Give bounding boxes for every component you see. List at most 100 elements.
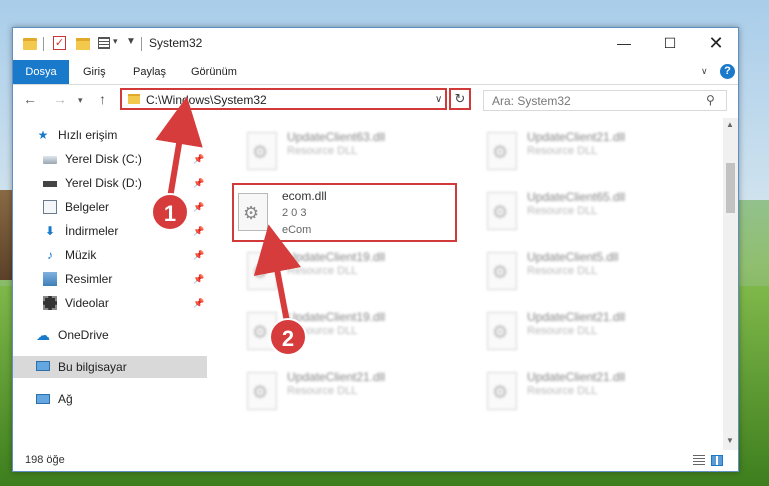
help-icon[interactable]: ?	[720, 64, 735, 79]
search-input[interactable]: Ara: System32 ⚲	[483, 90, 727, 111]
file-item[interactable]: ⚙ UpdateClient5.dll Resource DLL	[483, 246, 707, 298]
sidebar-item-videos[interactable]: Videolar 📌	[13, 292, 207, 314]
file-name: UpdateClient19.dll	[287, 310, 386, 324]
scroll-up-icon[interactable]: ▲	[726, 120, 734, 129]
star-icon: ★	[37, 128, 49, 142]
search-icon[interactable]: ⚲	[706, 93, 715, 107]
sidebar-item-network[interactable]: Ağ	[13, 388, 207, 410]
gear-icon: ⚙	[492, 322, 509, 342]
file-description: Resource DLL	[527, 265, 598, 277]
navigation-pane: ★ Hızlı erişim Yerel Disk (C:) 📌 Yerel D…	[13, 124, 207, 449]
folder-icon	[128, 94, 140, 104]
file-item[interactable]: ⚙ UpdateClient63.dll Resource DLL	[243, 126, 467, 178]
drive-icon	[43, 181, 57, 187]
tab-home[interactable]: Giriş	[75, 60, 114, 84]
sidebar-item-music[interactable]: ♪ Müzik 📌	[13, 244, 207, 266]
file-name: UpdateClient21.dll	[527, 370, 626, 384]
title-divider	[141, 37, 142, 51]
sidebar-item-label: Videolar	[65, 296, 109, 310]
folder-icon[interactable]	[23, 38, 37, 50]
sidebar-item-pictures[interactable]: Resimler 📌	[13, 268, 207, 290]
forward-button[interactable]: →	[53, 91, 67, 107]
scroll-down-icon[interactable]: ▼	[726, 436, 734, 445]
details-view-icon[interactable]	[693, 455, 705, 466]
pin-icon[interactable]: 📌	[193, 172, 204, 194]
sidebar-item-this-pc[interactable]: Bu bilgisayar	[13, 356, 207, 378]
file-name: UpdateClient21.dll	[527, 130, 626, 144]
pin-icon[interactable]: 📌	[193, 148, 204, 170]
file-description: Resource DLL	[527, 325, 598, 337]
gear-icon: ⚙	[243, 203, 260, 223]
file-name: UpdateClient63.dll	[287, 130, 386, 144]
file-item[interactable]: ⚙ UpdateClient21.dll Resource DLL	[483, 126, 707, 178]
sidebar-item-local-disk-c[interactable]: Yerel Disk (C:) 📌	[13, 148, 207, 170]
up-button[interactable]: ↑	[99, 91, 106, 107]
gear-icon: ⚙	[492, 202, 509, 222]
pin-icon[interactable]: 📌	[193, 244, 204, 266]
address-path[interactable]: C:\Windows\System32	[146, 93, 267, 107]
chevron-down-icon[interactable]: ∨	[701, 66, 708, 77]
address-bar[interactable]: C:\Windows\System32 ∨	[120, 88, 447, 110]
sidebar-item-label: OneDrive	[58, 328, 109, 342]
tab-view[interactable]: Görünüm	[183, 60, 245, 84]
search-placeholder: Ara: System32	[492, 94, 571, 108]
highlighted-file-ecom[interactable]: ⚙ ecom.dll 2 0 3 eCom	[232, 183, 457, 242]
sidebar-item-label: Ağ	[58, 392, 73, 406]
file-list: ⚙ UpdateClient63.dll Resource DLL ⚙ Upda…	[219, 118, 719, 451]
window-title: System32	[149, 36, 203, 50]
pictures-icon	[43, 272, 57, 286]
computer-icon	[36, 361, 50, 371]
dll-file-icon: ⚙	[247, 132, 277, 170]
sidebar-item-label: Resimler	[65, 272, 113, 286]
gear-icon: ⚙	[492, 142, 509, 162]
sidebar-item-local-disk-d[interactable]: Yerel Disk (D:) 📌	[13, 172, 207, 194]
file-version: 2 0 3	[282, 207, 307, 219]
chevron-down-icon[interactable]: ▾	[113, 36, 118, 52]
new-folder-icon[interactable]	[76, 38, 90, 50]
dll-file-icon: ⚙	[247, 252, 277, 290]
file-item[interactable]: ⚙ UpdateClient19.dll Resource DLL	[243, 246, 467, 298]
pin-icon[interactable]: 📌	[193, 292, 204, 314]
dll-file-icon: ⚙	[247, 372, 277, 410]
gear-icon: ⚙	[252, 142, 269, 162]
recent-locations-icon[interactable]: ▾	[78, 95, 83, 106]
maximize-button[interactable]: ☐	[647, 28, 693, 58]
dll-file-icon: ⚙	[487, 192, 517, 230]
back-button[interactable]: ←	[23, 91, 37, 107]
scrollbar-thumb[interactable]	[726, 163, 735, 213]
status-bar: 198 öğe	[13, 450, 738, 471]
pin-icon[interactable]: 📌	[193, 220, 204, 242]
pin-icon[interactable]: 📌	[193, 196, 204, 218]
sidebar-item-quick-access[interactable]: ★ Hızlı erişim	[13, 124, 207, 146]
sidebar-item-label: Yerel Disk (C:)	[65, 152, 142, 166]
sidebar-item-onedrive[interactable]: ☁ OneDrive	[13, 324, 207, 346]
item-count: 198 öğe	[25, 454, 65, 466]
gear-icon: ⚙	[252, 382, 269, 402]
properties-check-icon[interactable]: ✓	[53, 36, 66, 50]
customize-quick-access-icon[interactable]: ▼	[126, 36, 136, 52]
chevron-down-icon[interactable]: ∨	[435, 94, 442, 105]
step-badge-2: 2	[269, 318, 307, 356]
document-icon	[43, 200, 57, 214]
sidebar-item-label: Belgeler	[65, 200, 110, 214]
tab-share[interactable]: Paylaş	[125, 60, 174, 84]
properties-icon[interactable]	[98, 37, 110, 49]
file-item[interactable]: ⚙ UpdateClient65.dll Resource DLL	[483, 186, 707, 238]
file-item[interactable]: ⚙ UpdateClient21.dll Resource DLL	[483, 306, 707, 358]
tab-file[interactable]: Dosya	[13, 60, 69, 84]
sidebar-item-label: Hızlı erişim	[58, 128, 118, 142]
navigation-bar: ← → ▾ ↑ C:\Windows\System32 ∨ ↻ Ara: Sys…	[13, 85, 738, 117]
pin-icon[interactable]: 📌	[193, 268, 204, 290]
large-icons-view-icon[interactable]	[711, 455, 723, 466]
minimize-button[interactable]: —	[601, 28, 647, 58]
ribbon-tabs: Dosya Giriş Paylaş Görünüm ∨ ?	[13, 60, 738, 85]
file-item[interactable]: ⚙ UpdateClient21.dll Resource DLL	[243, 366, 467, 418]
vertical-scrollbar[interactable]: ▲ ▼	[723, 118, 738, 450]
file-name: UpdateClient21.dll	[287, 370, 386, 384]
step-badge-1: 1	[151, 193, 189, 231]
file-item[interactable]: ⚙ UpdateClient21.dll Resource DLL	[483, 366, 707, 418]
close-button[interactable]: ✕	[693, 28, 739, 58]
title-bar: ✓ ▾ ▼ System32 — ☐ ✕	[13, 28, 738, 60]
gear-icon: ⚙	[252, 262, 269, 282]
refresh-button[interactable]: ↻	[449, 88, 471, 110]
